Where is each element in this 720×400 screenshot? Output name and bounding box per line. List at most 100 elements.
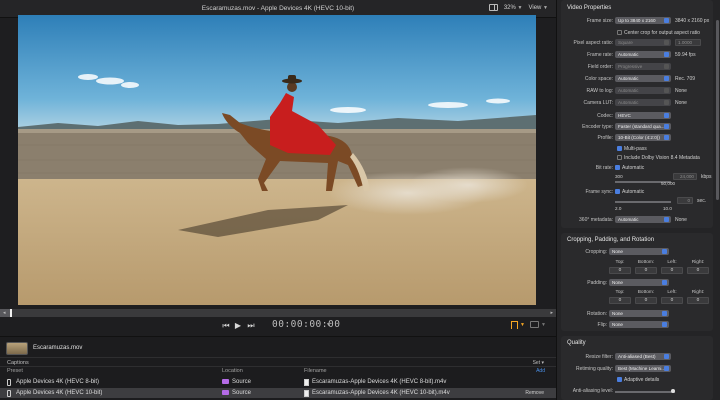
frame-sync-field[interactable]: 0	[677, 197, 693, 204]
location-cell: Source	[232, 378, 252, 385]
frame-sync-auto-checkbox[interactable]	[615, 189, 620, 194]
raw-to-log-select[interactable]: Automatic	[615, 87, 671, 94]
crop-bottom-field[interactable]: 0	[635, 267, 657, 274]
raw-to-log-readout: None	[675, 88, 687, 94]
color-space-value: Automatic	[618, 76, 639, 81]
divider	[0, 366, 556, 367]
metadata-360-readout: None	[675, 217, 687, 223]
rotation-select[interactable]: None	[609, 310, 669, 317]
chevron-icon	[664, 52, 669, 57]
resize-filter-select[interactable]: Anti-aliased (Best)	[615, 353, 671, 360]
crop-right-label: Right:	[691, 260, 705, 265]
chevron-down-icon[interactable]: ▼	[541, 322, 546, 328]
folder-icon	[222, 390, 229, 395]
crop-left-field[interactable]: 0	[661, 267, 683, 274]
quality-section: Quality Resize filter: Anti-aliased (Bes…	[561, 336, 713, 400]
section-title: Quality	[567, 340, 586, 346]
table-row[interactable]: Apple Devices 4K (HEVC 10-bit) Source Es…	[0, 388, 556, 398]
chevron-icon	[664, 100, 669, 105]
pad-bottom-field[interactable]: 0	[635, 297, 657, 304]
chevron-icon	[664, 366, 669, 371]
crop-top-field[interactable]: 0	[609, 267, 631, 274]
anti-alias-label: Anti-aliasing level:	[572, 388, 613, 394]
timeline-scrubber[interactable]: ◂ ▸	[0, 309, 556, 317]
field-order-select[interactable]: Progressive	[615, 63, 671, 70]
center-crop-checkbox[interactable]	[617, 30, 622, 35]
metadata-360-select[interactable]: Automatic	[615, 216, 671, 223]
pad-right-field[interactable]: 0	[687, 297, 709, 304]
frame-size-select[interactable]: Up to 3840 x 2160	[615, 17, 671, 24]
retiming-select[interactable]: Best (Machine Learni...	[615, 365, 671, 372]
bit-rate-field[interactable]: 24,000	[673, 173, 697, 180]
codec-select[interactable]: HEVC	[615, 112, 671, 119]
pad-left-field[interactable]: 0	[661, 297, 683, 304]
chevron-down-icon[interactable]: ▼	[326, 322, 331, 328]
retiming-label: Retiming quality:	[576, 366, 613, 372]
in-point-icon[interactable]: ◂	[3, 310, 6, 316]
filename-cell: Escaramuzas-Apple Devices 4K (HEVC 8-bit…	[312, 378, 447, 385]
multi-pass-checkbox[interactable]	[617, 146, 622, 151]
column-header-location[interactable]: Location	[222, 368, 243, 374]
pad-top-field[interactable]: 0	[609, 297, 631, 304]
profile-select[interactable]: 10-Bit (Color (4:2:0))	[615, 134, 671, 141]
frame-rate-select[interactable]: Automatic	[615, 51, 671, 58]
chevron-down-icon[interactable]: ▼	[520, 322, 525, 328]
padding-select[interactable]: None	[609, 279, 669, 286]
color-space-select[interactable]: Automatic	[615, 75, 671, 82]
metadata-360-label: 360° metadata:	[579, 217, 613, 223]
divider	[0, 357, 556, 358]
adaptive-details-label: Adaptive details	[624, 377, 660, 383]
pixel-aspect-field[interactable]: 1.0000	[675, 39, 701, 46]
marker-icon[interactable]	[511, 321, 518, 329]
sidebar-toggle-icon[interactable]	[488, 4, 498, 11]
preset-cell: Apple Devices 4K (HEVC 8-bit)	[16, 378, 100, 385]
flip-select[interactable]: None	[609, 321, 669, 328]
remove-button[interactable]: Remove	[525, 390, 544, 396]
resize-filter-label: Resize filter:	[585, 354, 613, 360]
cropping-value: None	[612, 249, 623, 254]
frame-sync-min: 2.0	[615, 206, 622, 211]
view-menu[interactable]: View ▼	[528, 5, 548, 11]
frame-sync-slider[interactable]	[615, 201, 671, 203]
anti-alias-slider[interactable]	[615, 391, 675, 393]
out-point-icon[interactable]: ▸	[550, 310, 553, 316]
closed-captions-icon[interactable]	[530, 321, 539, 328]
pad-right-label: Right:	[691, 290, 705, 295]
device-icon	[7, 389, 11, 397]
previous-frame-icon[interactable]: ⏮	[221, 321, 231, 331]
bit-rate-min: 300	[615, 174, 623, 179]
crop-right-field[interactable]: 0	[687, 267, 709, 274]
adaptive-details-checkbox[interactable]	[617, 377, 622, 382]
crop-top-label: Top:	[615, 260, 625, 265]
add-button[interactable]: Add	[536, 368, 545, 374]
folder-icon	[222, 379, 229, 384]
file-icon	[304, 378, 309, 386]
next-frame-icon[interactable]: ⏭	[246, 321, 256, 331]
camera-lut-select[interactable]: Automatic	[615, 99, 671, 106]
field-order-label: Field order:	[587, 64, 613, 70]
anti-alias-knob[interactable]	[671, 389, 675, 393]
column-header-filename[interactable]: Filename	[304, 368, 327, 374]
table-row[interactable]: Apple Devices 4K (HEVC 8-bit) Source Esc…	[0, 377, 556, 387]
multi-pass-label: Multi-pass	[624, 146, 647, 152]
bit-rate-label: Bit rate:	[595, 165, 613, 171]
play-icon[interactable]: ▶	[233, 321, 243, 331]
bit-rate-auto-checkbox[interactable]	[615, 165, 620, 170]
cropping-select[interactable]: None	[609, 248, 669, 255]
dolby-vision-checkbox[interactable]	[617, 155, 622, 160]
center-crop-label: Center crop for output aspect ratio	[624, 30, 700, 36]
encoder-type-select[interactable]: Faster (standard qua...	[615, 123, 671, 130]
video-preview[interactable]	[18, 15, 536, 305]
rotation-value: None	[612, 311, 623, 316]
playhead-handle[interactable]	[10, 309, 12, 317]
chevron-icon	[662, 311, 667, 316]
column-header-preset[interactable]: Preset	[7, 368, 23, 374]
frame-size-label: Frame size:	[586, 18, 613, 24]
encoder-type-label: Encoder type:	[582, 124, 613, 130]
pixel-aspect-select[interactable]: Square	[615, 39, 671, 46]
file-thumbnail[interactable]	[6, 342, 28, 355]
camera-lut-readout: None	[675, 100, 687, 106]
zoom-menu[interactable]: 32% ▼	[504, 5, 523, 11]
inspector-scrollbar[interactable]	[716, 20, 719, 200]
location-cell: Source	[232, 389, 252, 396]
